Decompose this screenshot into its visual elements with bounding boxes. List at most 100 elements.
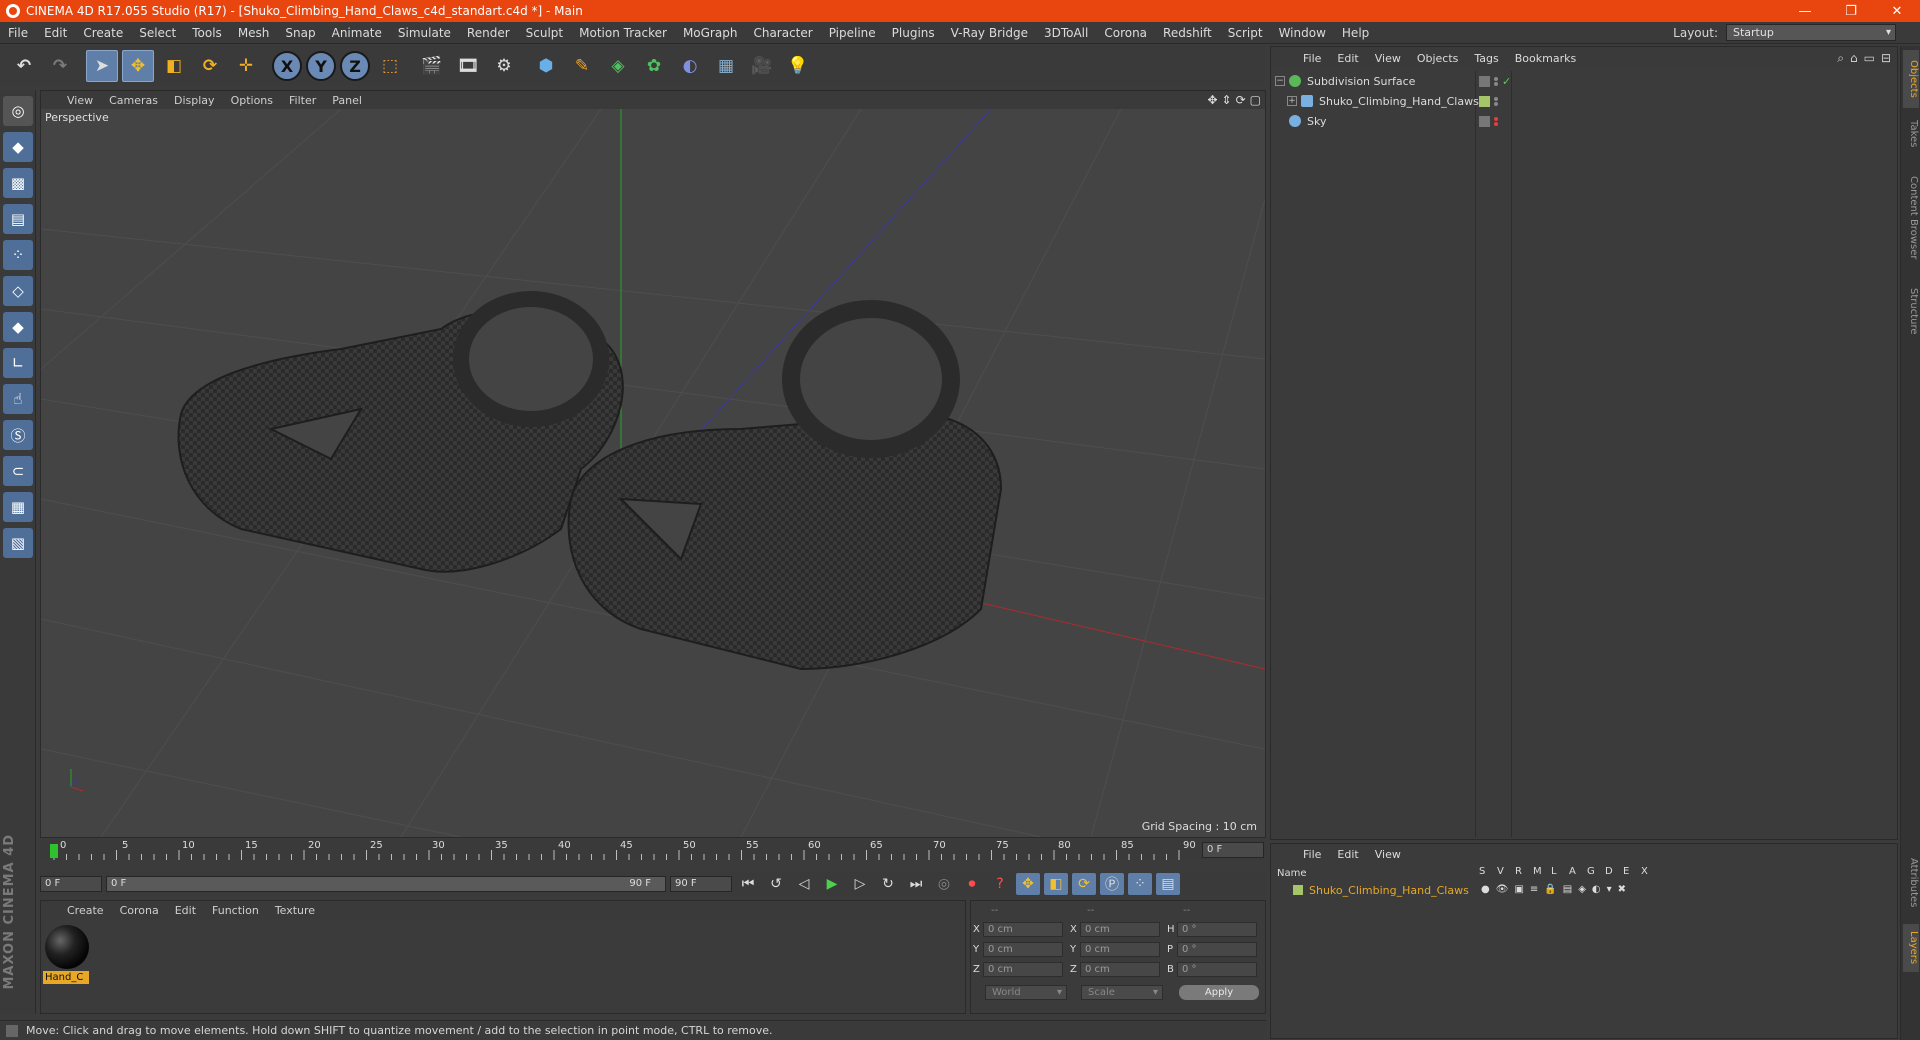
minimize-button[interactable]: — (1782, 0, 1828, 22)
axis-mode-icon[interactable]: ∟ (3, 348, 33, 378)
viewport-menu-panel[interactable]: Panel (324, 94, 370, 107)
autokeying-icon[interactable]: ? (988, 873, 1012, 895)
menu-redshift[interactable]: Redshift (1155, 26, 1220, 40)
visibility-dots-icon[interactable] (1494, 116, 1498, 126)
menu-render[interactable]: Render (459, 26, 518, 40)
material-swatch[interactable] (45, 925, 89, 969)
om-menu-bookmarks[interactable]: Bookmarks (1507, 52, 1584, 65)
position-z-field[interactable]: 0 cm (983, 961, 1063, 977)
expand-toggle-icon[interactable]: + (1287, 96, 1297, 106)
tab-layers[interactable]: Layers (1903, 924, 1919, 972)
size-z-field[interactable]: 0 cm (1080, 961, 1160, 977)
pan-icon[interactable]: ✥ (1207, 93, 1217, 107)
rotation-h-field[interactable]: 0 ° (1177, 921, 1257, 937)
manager-toggle-icon[interactable]: ≡ (1530, 884, 1538, 895)
previous-frame-icon[interactable]: ◁ (792, 873, 816, 895)
close-button[interactable]: ✕ (1874, 0, 1920, 22)
tab-content-browser[interactable]: Content Browser (1903, 160, 1919, 276)
maximize-view-icon[interactable]: ▢ (1250, 93, 1261, 107)
solo-toggle-icon[interactable]: ● (1481, 884, 1490, 895)
menu-mesh[interactable]: Mesh (230, 26, 278, 40)
menu-3dtoall[interactable]: 3DToAll (1036, 26, 1096, 40)
menu-motion-tracker[interactable]: Motion Tracker (571, 26, 675, 40)
object-row[interactable]: + Shuko_Climbing_Hand_Claws (1271, 91, 1899, 111)
play-icon[interactable]: ▶ (820, 873, 844, 895)
object-name[interactable]: Shuko_Climbing_Hand_Claws (1319, 95, 1479, 108)
expression-toggle-icon[interactable]: ▾ (1607, 884, 1612, 895)
menu-corona[interactable]: Corona (1096, 26, 1155, 40)
preview-range-slider[interactable]: 0 F 90 F (106, 876, 666, 892)
record-active-objects-icon[interactable]: ⏺ (960, 873, 984, 895)
end-frame-field[interactable]: 90 F (670, 876, 732, 892)
expand-toggle-icon[interactable]: − (1275, 76, 1285, 86)
object-name[interactable]: Sky (1307, 115, 1326, 128)
texture-mode-icon[interactable]: ▩ (3, 168, 33, 198)
y-axis-lock-icon[interactable]: Y (306, 51, 336, 81)
start-frame-field[interactable]: 0 F (40, 876, 102, 892)
object-name[interactable]: Subdivision Surface (1307, 75, 1415, 88)
timeline-window-icon[interactable]: ▤ (1156, 873, 1180, 895)
viewport-menu-view[interactable]: View (59, 94, 101, 107)
layer-name[interactable]: Shuko_Climbing_Hand_Claws (1309, 884, 1469, 897)
size-x-field[interactable]: 0 cm (1080, 921, 1160, 937)
om-menu-tags[interactable]: Tags (1466, 52, 1506, 65)
lm-menu-file[interactable]: File (1295, 848, 1329, 861)
viewport-menu-filter[interactable]: Filter (281, 94, 324, 107)
viewport-menu-cameras[interactable]: Cameras (101, 94, 166, 107)
move-transform-icon[interactable]: ✛ (230, 50, 262, 82)
animation-toggle-icon[interactable]: ▤ (1563, 884, 1572, 895)
live-selection-icon[interactable]: ➤ (86, 50, 118, 82)
key-pla-icon[interactable]: ⁘ (1128, 873, 1152, 895)
lock-toggle-icon[interactable]: 🔒 (1544, 884, 1556, 895)
om-menu-file[interactable]: File (1295, 52, 1329, 65)
tab-objects[interactable]: Objects (1903, 50, 1919, 108)
home-icon[interactable]: ⌂ (1850, 51, 1858, 66)
dolly-icon[interactable]: ⇕ (1222, 93, 1232, 107)
z-axis-lock-icon[interactable]: Z (340, 51, 370, 81)
menu-edit[interactable]: Edit (36, 26, 75, 40)
menu-create[interactable]: Create (75, 26, 131, 40)
visibility-dots-icon[interactable] (1494, 96, 1498, 106)
previous-key-icon[interactable]: ↺ (764, 873, 788, 895)
position-y-field[interactable]: 0 cm (983, 941, 1063, 957)
menu-script[interactable]: Script (1220, 26, 1271, 40)
object-row[interactable]: Sky (1271, 111, 1899, 131)
new-view-icon[interactable]: ▭ (1864, 51, 1875, 66)
menu-pipeline[interactable]: Pipeline (821, 26, 884, 40)
layer-color-swatch[interactable] (1293, 885, 1303, 895)
cube-primitive-icon[interactable]: ⬢ (530, 50, 562, 82)
menu-animate[interactable]: Animate (324, 26, 390, 40)
layout-select[interactable]: Startup (1726, 24, 1896, 41)
generator-toggle-icon[interactable]: ◈ (1578, 884, 1586, 895)
menu-character[interactable]: Character (745, 26, 820, 40)
viewport-menu-options[interactable]: Options (223, 94, 281, 107)
tweak-mode-icon[interactable]: ☝ (3, 384, 33, 414)
layer-color-icon[interactable] (1479, 75, 1490, 87)
deformer-icon[interactable]: ◐ (674, 50, 706, 82)
next-frame-icon[interactable]: ▷ (848, 873, 872, 895)
object-row[interactable]: − Subdivision Surface ✓ (1271, 71, 1899, 91)
menu-window[interactable]: Window (1271, 26, 1334, 40)
apply-button[interactable]: Apply (1179, 984, 1259, 1000)
menu-vray-bridge[interactable]: V-Ray Bridge (943, 26, 1036, 40)
tab-takes[interactable]: Takes (1903, 112, 1919, 156)
grid-settings-icon[interactable]: ▧ (3, 528, 33, 558)
go-to-end-icon[interactable]: ⏭ (904, 873, 928, 895)
menu-help[interactable]: Help (1334, 26, 1377, 40)
menu-plugins[interactable]: Plugins (884, 26, 943, 40)
key-rotation-icon[interactable]: ⟳ (1072, 873, 1096, 895)
timeline-ruler[interactable]: 0 5 10 15 20 25 30 35 40 45 50 55 60 65 … (40, 840, 1266, 860)
next-key-icon[interactable]: ↻ (876, 873, 900, 895)
coordinate-system-icon[interactable]: ⬚ (374, 50, 406, 82)
visibility-dots-icon[interactable] (1494, 76, 1498, 86)
rotation-p-field[interactable]: 0 ° (1177, 941, 1257, 957)
menu-mograph[interactable]: MoGraph (675, 26, 746, 40)
viewport-menu-display[interactable]: Display (166, 94, 223, 107)
size-mode-dropdown[interactable]: Scale (1081, 984, 1163, 1000)
frame-ruler[interactable]: 0 5 10 15 20 25 30 35 40 45 50 55 60 65 … (50, 840, 1200, 860)
move-tool-icon[interactable]: ✥ (122, 50, 154, 82)
menu-sculpt[interactable]: Sculpt (518, 26, 571, 40)
material-menu-edit[interactable]: Edit (167, 904, 204, 917)
collapse-icon[interactable]: ⊟ (1881, 51, 1891, 66)
snapping-icon[interactable]: ⊂ (3, 456, 33, 486)
